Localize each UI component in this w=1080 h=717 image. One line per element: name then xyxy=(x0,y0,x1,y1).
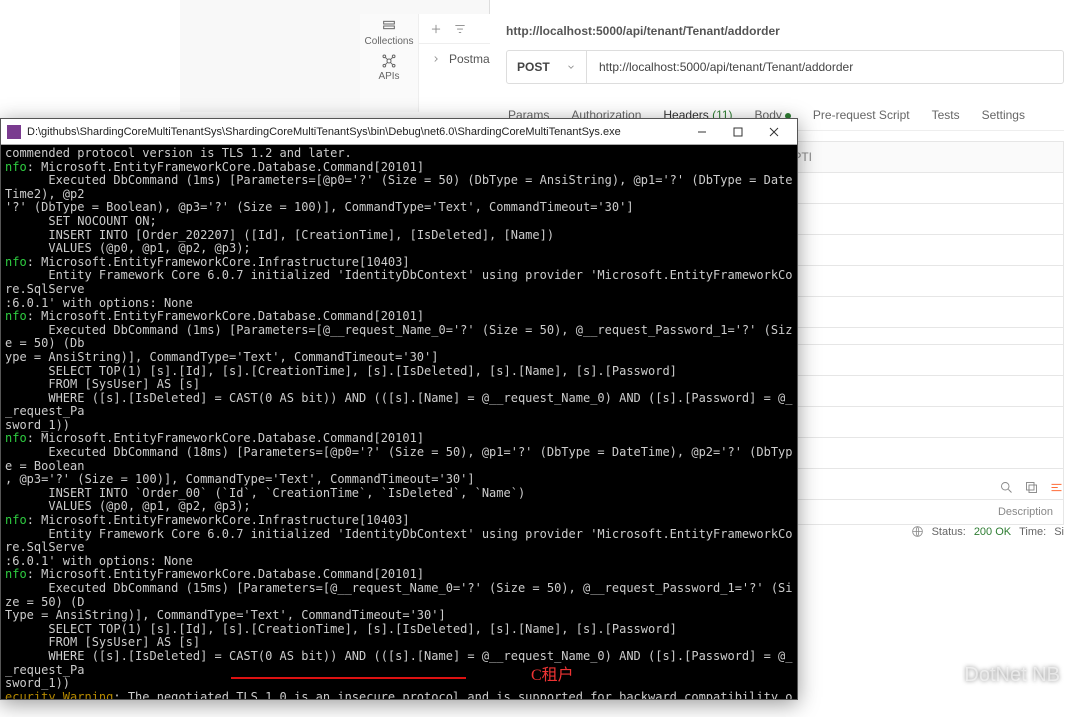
watermark: DotNet NB xyxy=(936,664,1060,687)
url-input[interactable]: http://localhost:5000/api/tenant/Tenant/… xyxy=(587,51,1063,83)
request-tab-title[interactable]: http://localhost:5000/api/tenant/Tenant/… xyxy=(490,24,1080,38)
copy-response-icon[interactable] xyxy=(1024,480,1039,498)
sidebar-collections[interactable]: Collections xyxy=(365,18,414,47)
postman-sidebar: Collections APIs xyxy=(360,14,418,112)
console-title-text: D:\githubs\ShardingCoreMultiTenantSys\Sh… xyxy=(27,126,621,138)
http-method-select[interactable]: POST xyxy=(507,51,587,83)
response-status-bar: Status: 200 OK Time: Si xyxy=(911,525,1064,538)
watermark-text: DotNet NB xyxy=(964,664,1060,687)
postman-left-area: Collections APIs Postman Echo xyxy=(180,0,490,112)
sidebar-apis-label: APIs xyxy=(378,71,399,82)
annotation-label: C租户 xyxy=(531,661,574,685)
sidebar-collections-label: Collections xyxy=(365,36,414,47)
format-response-icon[interactable] xyxy=(1049,480,1064,498)
console-app-icon xyxy=(7,125,21,139)
maximize-button[interactable] xyxy=(721,121,755,143)
wechat-icon xyxy=(936,665,958,687)
collections-icon xyxy=(381,18,397,34)
close-button[interactable] xyxy=(757,121,791,143)
chevron-right-icon xyxy=(431,54,441,64)
chevron-down-icon xyxy=(566,62,576,72)
plus-icon[interactable] xyxy=(429,22,443,36)
window-controls xyxy=(685,121,791,143)
request-url-bar: POST http://localhost:5000/api/tenant/Te… xyxy=(506,50,1064,84)
http-method-value: POST xyxy=(517,60,550,74)
console-output[interactable]: commended protocol version is TLS 1.2 an… xyxy=(1,145,797,699)
tab-settings[interactable]: Settings xyxy=(980,102,1027,130)
status-code: 200 OK xyxy=(974,526,1011,538)
response-actions xyxy=(999,480,1064,498)
tab-prerequest[interactable]: Pre-request Script xyxy=(811,102,912,130)
globe-icon xyxy=(911,525,924,538)
time-label: Time: xyxy=(1019,526,1046,538)
annotation-underline xyxy=(231,677,466,679)
minimize-button[interactable] xyxy=(685,121,719,143)
status-label: Status: xyxy=(932,526,966,538)
console-titlebar[interactable]: D:\githubs\ShardingCoreMultiTenantSys\Sh… xyxy=(1,119,797,145)
sidebar-apis[interactable]: APIs xyxy=(378,53,399,82)
search-response-icon[interactable] xyxy=(999,480,1014,498)
size-label: Si xyxy=(1054,526,1064,538)
apis-icon xyxy=(381,53,397,69)
console-window: D:\githubs\ShardingCoreMultiTenantSys\Sh… xyxy=(0,118,798,700)
tab-tests[interactable]: Tests xyxy=(930,102,962,130)
filter-icon[interactable] xyxy=(453,22,467,36)
